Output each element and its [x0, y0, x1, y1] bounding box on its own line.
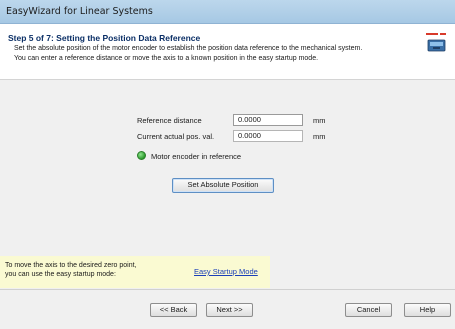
reference-distance-label: Reference distance [137, 116, 202, 125]
current-pos-value: 0.0000 [233, 130, 303, 142]
reference-distance-input[interactable]: 0.0000 [233, 114, 303, 126]
set-absolute-position-button[interactable]: Set Absolute Position [172, 178, 274, 193]
help-button[interactable]: Help [404, 303, 451, 317]
cancel-button[interactable]: Cancel [345, 303, 392, 317]
reference-distance-unit: mm [313, 116, 326, 125]
step-description-line2: You can enter a reference distance or mo… [14, 55, 319, 62]
back-button[interactable]: << Back [150, 303, 197, 317]
current-pos-label: Current actual pos. val. [137, 132, 215, 141]
wizard-header: Step 5 of 7: Setting the Position Data R… [0, 24, 455, 80]
hint-line1: To move the axis to the desired zero poi… [5, 262, 137, 269]
step-description-line1: Set the absolute position of the motor e… [14, 45, 363, 52]
easy-startup-mode-link[interactable]: Easy Startup Mode [194, 267, 258, 276]
title-bar: EasyWizard for Linear Systems [0, 0, 455, 24]
main-panel: Reference distance 0.0000 mm Current act… [0, 80, 455, 289]
hint-box: To move the axis to the desired zero poi… [0, 256, 270, 288]
status-led-icon [137, 151, 146, 160]
status-label: Motor encoder in reference [151, 152, 242, 161]
hint-line2: you can use the easy startup mode: [5, 271, 116, 278]
wizard-footer: << Back Next >> Cancel Help [0, 289, 455, 329]
window-title: EasyWizard for Linear Systems [6, 6, 153, 17]
wizard-icon [426, 33, 446, 52]
current-pos-unit: mm [313, 132, 326, 141]
step-title: Step 5 of 7: Setting the Position Data R… [8, 33, 201, 43]
next-button[interactable]: Next >> [206, 303, 253, 317]
